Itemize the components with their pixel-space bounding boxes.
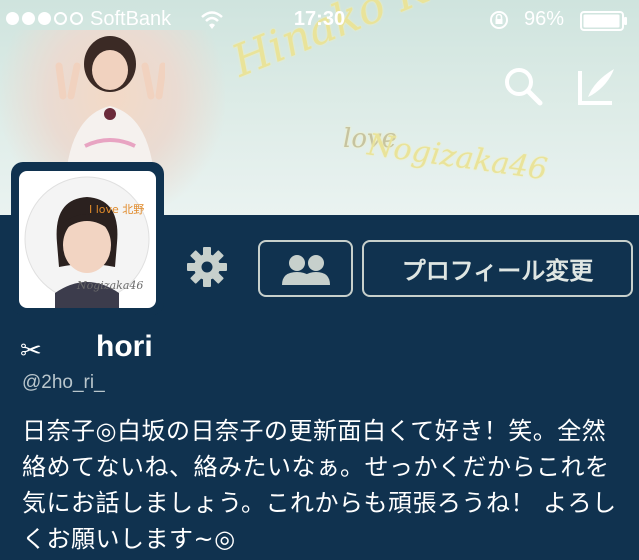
banner-script-3: Nogizaka46 [365, 127, 550, 188]
avatar-caption-top: I love 北野 [89, 203, 144, 216]
status-bar: SoftBank 17:30 96% [0, 0, 639, 40]
edit-profile-button[interactable]: プロフィール変更 [362, 240, 633, 297]
search-icon[interactable] [502, 65, 544, 107]
people-button[interactable] [258, 240, 353, 297]
avatar[interactable]: I love 北野 Nogizaka46 [19, 171, 156, 308]
rotation-lock-icon [490, 11, 508, 29]
avatar-caption-bottom: Nogizaka46 [76, 279, 143, 292]
profile-name: hori [96, 330, 153, 363]
battery-icon [580, 11, 627, 31]
battery-percent: 96% [524, 8, 565, 30]
banner-script-text: Hinako Kitano love Nogizaka46 [225, 0, 585, 192]
avatar-image: I love 北野 Nogizaka46 [24, 176, 150, 308]
people-icon [281, 254, 330, 285]
profile-handle: @2ho_ri_ [22, 372, 105, 393]
compose-icon[interactable] [574, 63, 620, 109]
profile-bio: 日奈子◎白坂の日奈子の更新面白くて好き！笑。全然絡めてないね、絡みたいなぁ。せっ… [22, 417, 617, 553]
scissors-icon: ✂ [20, 336, 42, 366]
settings-gear-icon[interactable] [186, 246, 228, 288]
